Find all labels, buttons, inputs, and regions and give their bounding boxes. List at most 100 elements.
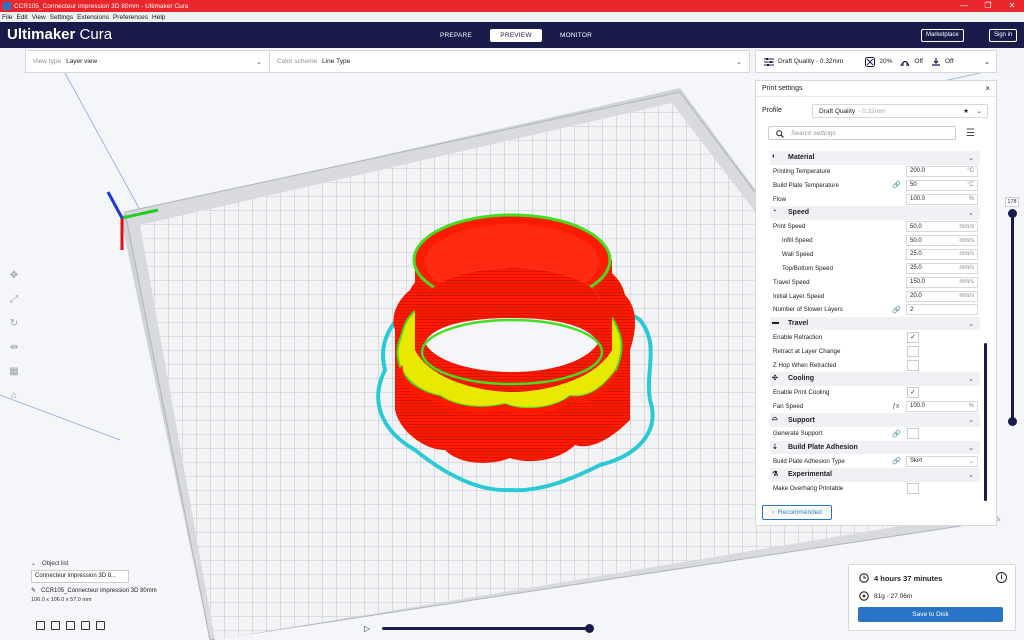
category-support[interactable]: ⌓ Support ⌄	[770, 413, 980, 427]
setting-value-input[interactable]: 2	[906, 304, 978, 316]
profile-dropdown[interactable]: Draft Quality - 0.32mm ★ ⌄	[812, 104, 988, 118]
close-window-button[interactable]: ✕	[1000, 0, 1024, 12]
link-icon[interactable]: 🔗	[892, 457, 901, 465]
search-settings-input[interactable]: Search settings	[768, 126, 956, 140]
setting-value-input[interactable]: 100.0%	[906, 400, 978, 412]
color-scheme-dropdown[interactable]: Color scheme Line Type ⌄	[270, 51, 749, 72]
setting-label: Enable Retraction	[773, 333, 823, 341]
support-summary: Off	[900, 57, 923, 67]
chevron-down-icon: ⌄	[968, 417, 974, 425]
top-view-icon[interactable]	[66, 621, 75, 630]
setting-checkbox[interactable]	[907, 359, 919, 371]
menu-file[interactable]: File	[2, 14, 12, 21]
category-travel[interactable]: ▬ Travel ⌄	[770, 316, 980, 331]
setting-checkbox[interactable]	[907, 428, 919, 440]
setting-value-input[interactable]: 50 °C	[906, 179, 978, 191]
stage-preview[interactable]: PREVIEW	[490, 29, 542, 42]
layer-slider-track[interactable]	[1011, 213, 1014, 423]
profile-label: Profile	[762, 107, 782, 114]
setting-checkbox[interactable]: ✓	[907, 387, 919, 399]
setting-checkbox[interactable]	[907, 483, 919, 495]
category-label: Support	[788, 416, 815, 424]
setting-value-input[interactable]: 50.0 mm/s	[906, 221, 978, 233]
flask-icon: ⚗	[772, 470, 779, 478]
chevron-down-icon: ⌄	[968, 444, 974, 452]
print-setup-selector[interactable]: Draft Quality - 0.32mm 20% Off Off ⌄	[755, 50, 997, 73]
setting-value-input[interactable]: 200.0 °C	[906, 165, 978, 177]
setting-select[interactable]: Skirt ⌄	[906, 455, 978, 467]
category-experimental[interactable]: ⚗ Experimental ⌄	[770, 468, 980, 482]
category-label: Material	[788, 154, 815, 162]
view-type-dropdown[interactable]: View type Layer view ⌄	[26, 51, 270, 72]
menu-edit[interactable]: Edit	[16, 14, 27, 21]
setting-infill-speed: Infill Speed 50.0 mm/s	[770, 234, 980, 248]
category-material[interactable]: ◐ Material ⌄	[770, 151, 980, 165]
per-model-settings-icon[interactable]: ▦	[6, 359, 22, 383]
left-view-icon[interactable]	[81, 621, 90, 630]
object-list-toggle[interactable]: ⌄ Object list	[31, 560, 171, 568]
category-build-plate-adhesion[interactable]: ⇣ Build Plate Adhesion ⌄	[770, 440, 980, 455]
setting-value-input[interactable]: 150.0 mm/s	[906, 276, 978, 288]
marketplace-button[interactable]: Marketplace	[921, 29, 964, 42]
object-list-item[interactable]: Connecteur impression 3D 8...	[31, 570, 129, 583]
maximize-button[interactable]: ❐	[976, 0, 1000, 12]
menu-help[interactable]: Help	[152, 14, 165, 21]
layer-slider-bottom-handle[interactable]	[1008, 417, 1017, 426]
setting-wall-speed: Wall Speed 25.0 mm/s	[770, 247, 980, 261]
setting-initial-layer-speed: Initial Layer Speed 20.0 mm/s	[770, 289, 980, 303]
settings-scrollbar[interactable]	[984, 343, 987, 501]
link-icon[interactable]: 🔗	[892, 430, 901, 438]
setting-checkbox[interactable]	[907, 345, 919, 357]
path-slider-handle[interactable]	[585, 624, 594, 633]
setting-value-input[interactable]: 25.0 mm/s	[906, 248, 978, 260]
spool-icon	[859, 591, 869, 601]
setting-value-input[interactable]: 20.0 mm/s	[906, 290, 978, 302]
object-name[interactable]: ✎ CCR105_Connecteur impression 3D 80mm	[31, 587, 171, 594]
function-icon[interactable]: ƒx	[892, 403, 899, 410]
front-view-icon[interactable]	[51, 621, 60, 630]
cura-app-icon	[3, 2, 11, 10]
setting-checkbox[interactable]: ✓	[907, 331, 919, 343]
stage-prepare[interactable]: PREPARE	[430, 29, 482, 42]
stage-monitor[interactable]: MONITOR	[550, 29, 602, 42]
minimize-button[interactable]: —	[952, 0, 976, 12]
rotate-tool-icon[interactable]: ↻	[6, 311, 22, 335]
link-icon[interactable]: 🔗	[892, 181, 901, 189]
layer-slider-top-handle[interactable]	[1008, 209, 1017, 218]
setting-value-input[interactable]: 100.0%	[906, 193, 978, 205]
category-label: Experimental	[788, 471, 832, 479]
3d-view-icon[interactable]	[36, 621, 45, 630]
setting-flow: Flow 100.0%	[770, 192, 980, 206]
layer-number-input[interactable]: 178	[1005, 197, 1019, 207]
mirror-tool-icon[interactable]: ⇹	[6, 335, 22, 359]
menu-settings[interactable]: Settings	[50, 14, 74, 21]
play-icon[interactable]: ▷	[364, 624, 370, 633]
category-speed[interactable]: ◔ Speed ⌄	[770, 206, 980, 220]
scale-tool-icon[interactable]: ⤢	[6, 287, 22, 311]
path-slider-track[interactable]	[382, 627, 590, 630]
sign-in-button[interactable]: Sign in	[989, 29, 1018, 42]
setting-build-plate-temperature: Build Plate Temperature 🔗 50 °C	[770, 178, 980, 192]
menu-extensions[interactable]: Extensions	[77, 14, 109, 21]
move-tool-icon[interactable]: ✥	[6, 263, 22, 287]
menu-view[interactable]: View	[32, 14, 46, 21]
setting-print-speed: Print Speed 50.0 mm/s	[770, 220, 980, 234]
settings-menu-icon[interactable]: ☰	[966, 128, 975, 139]
window-titlebar: CCR105_Connecteur impression 3D 80mm - U…	[0, 0, 1024, 12]
category-cooling[interactable]: ✣ Cooling ⌄	[770, 372, 980, 386]
right-view-icon[interactable]	[96, 621, 105, 630]
menu-preferences[interactable]: Preferences	[113, 14, 148, 21]
save-to-disk-button[interactable]: Save to Disk	[858, 607, 1003, 622]
star-icon[interactable]: ★	[963, 107, 969, 115]
support-blocker-icon[interactable]: ⌂	[6, 383, 22, 407]
infill-icon	[865, 56, 876, 67]
close-icon[interactable]: ×	[985, 84, 990, 93]
settings-list: ◐ Material ⌄ Printing Temperature 200.0 °C Bui…	[770, 151, 980, 499]
setting-value-input[interactable]: 25.0 mm/s	[906, 262, 978, 274]
setting-fan-speed: Fan Speed ƒx 100.0%	[770, 399, 980, 413]
link-icon[interactable]: 🔗	[892, 306, 901, 314]
clock-icon	[859, 573, 869, 583]
setting-value-input[interactable]: 50.0 mm/s	[906, 235, 978, 246]
recommended-button[interactable]: ‹ Recommended	[762, 505, 832, 520]
info-icon[interactable]: i	[996, 572, 1007, 583]
